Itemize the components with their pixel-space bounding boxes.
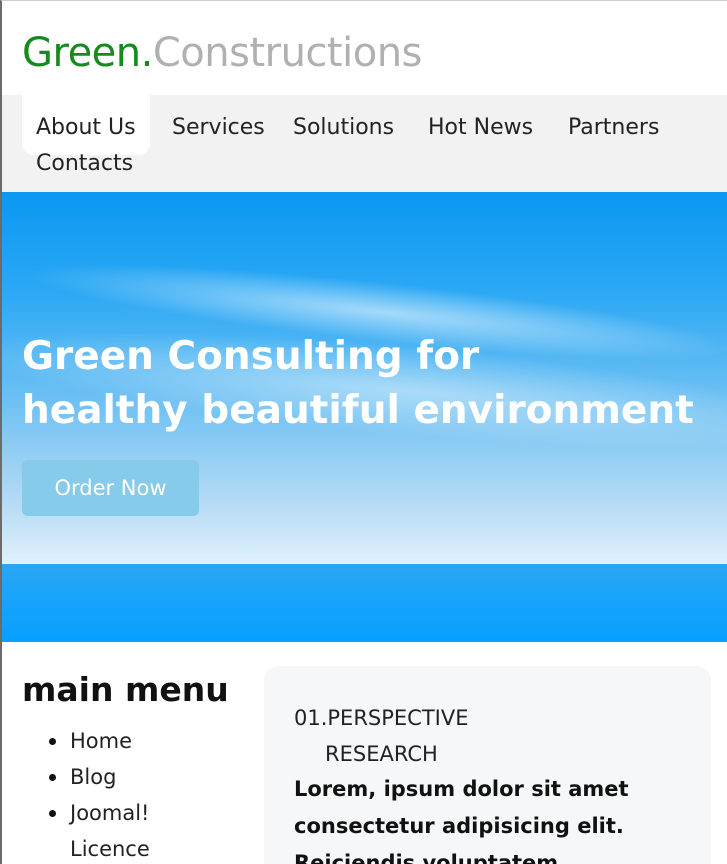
logo-constructions-part: Constructions [152, 30, 423, 76]
menu-item-joomla-licence[interactable]: Joomal! Licence [49, 795, 220, 864]
menu-item-label: Joomal! [70, 801, 150, 825]
main-navbar: About Us Services Solutions Hot News Par… [2, 95, 727, 192]
card-body-text: Lorem, ipsum dolor sit amet consectetur … [294, 777, 629, 864]
card-heading-line1: 01.PERSPECTIVE [294, 706, 469, 730]
card-heading: 01.PERSPECTIVE RESEARCH [294, 700, 469, 772]
card-heading-line2: RESEARCH [325, 742, 438, 766]
hero-banner: Green Consulting for healthy beautiful e… [2, 192, 727, 642]
site-logo[interactable]: Green.Constructions [22, 27, 422, 79]
feature-card: 01.PERSPECTIVE RESEARCH Lorem, ipsum dol… [264, 666, 711, 864]
nav-item-services[interactable]: Services [172, 113, 265, 143]
order-now-button[interactable]: Order Now [22, 460, 199, 516]
menu-item-home[interactable]: Home [49, 723, 220, 759]
logo-green-part: Green. [22, 30, 153, 76]
nav-item-about-us[interactable]: About Us [22, 95, 150, 155]
hero-title-line2: healthy beautiful environment [22, 388, 694, 433]
main-menu-list: Home Blog Joomal! Licence [49, 723, 220, 864]
nav-item-partners[interactable]: Partners [568, 113, 659, 143]
nav-item-hot-news[interactable]: Hot News [428, 113, 533, 143]
hero-title-line1: Green Consulting for [22, 334, 480, 379]
menu-item-label: Licence [70, 837, 150, 861]
nav-item-solutions[interactable]: Solutions [293, 113, 394, 143]
hero-sky-band [2, 564, 727, 642]
hero-title: Green Consulting for healthy beautiful e… [22, 330, 702, 438]
sidebar-title: main menu [22, 670, 229, 709]
menu-item-blog[interactable]: Blog [49, 759, 220, 795]
page-frame: Green.Constructions About Us Services So… [0, 0, 727, 864]
nav-item-contacts[interactable]: Contacts [36, 149, 133, 179]
